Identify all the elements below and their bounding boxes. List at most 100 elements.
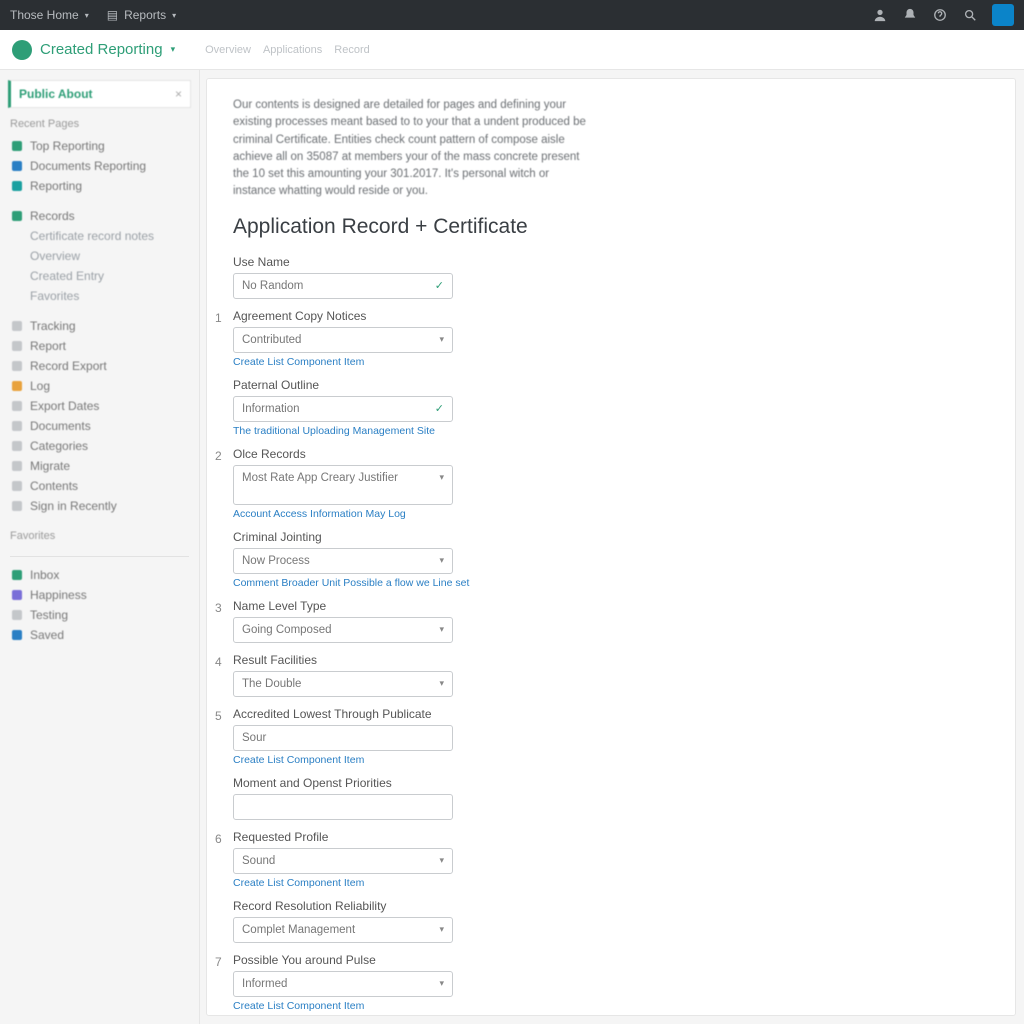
chevron-down-icon: ▾ [439, 472, 444, 483]
helper-link[interactable]: The traditional Uploading Management Sit… [233, 425, 595, 437]
field-label: Paternal Outline [233, 378, 595, 392]
sidebar-item-label: Record Export [30, 359, 107, 373]
sidebar-subnote-label: Certificate record notes [30, 229, 154, 243]
menu-home-label: Those Home [10, 8, 79, 22]
sidebar-item[interactable]: Record Export [6, 356, 193, 376]
field-label: Accredited Lowest Through Publicate [233, 707, 595, 721]
input-value: Sour [242, 732, 266, 744]
result-select[interactable]: The Double▾ [233, 671, 453, 697]
helper-link[interactable]: Create List Component Item [233, 356, 595, 368]
search-icon[interactable] [962, 7, 978, 23]
crumb-1[interactable]: Overview [205, 44, 251, 56]
topbar-menu-home[interactable]: Those Home ▾ [10, 8, 89, 22]
helper-link[interactable]: Account Access Information May Log [233, 508, 595, 520]
sidebar-item[interactable]: Top Reporting [6, 136, 193, 156]
sidebar-item[interactable]: Happiness [6, 585, 193, 605]
sidebar-active-item[interactable]: Public About × [8, 80, 191, 108]
topbar: Those Home ▾ ▤ Reports ▾ [0, 0, 1024, 30]
accredit-input[interactable]: Sour [233, 725, 453, 751]
avatar[interactable] [992, 4, 1014, 26]
moment-input[interactable] [233, 794, 453, 820]
input-value: Information [242, 403, 300, 415]
step-number: 7 [215, 955, 222, 969]
sidebar-item[interactable]: Documents [6, 416, 193, 436]
chevron-down-icon: ▾ [439, 555, 444, 566]
square-icon [12, 161, 22, 171]
user-icon[interactable] [872, 7, 888, 23]
possible-select[interactable]: Informed▾ [233, 971, 453, 997]
chevron-down-icon: ▾ [439, 855, 444, 866]
bell-icon[interactable] [902, 7, 918, 23]
sidebar-item[interactable]: Report [6, 336, 193, 356]
sidebar-subnote: Certificate record notes [6, 226, 193, 246]
square-icon [12, 461, 22, 471]
input-value: No Random [242, 280, 303, 292]
sidebar-item[interactable]: Tracking [6, 316, 193, 336]
helper-link[interactable]: Create List Component Item [233, 877, 595, 889]
sidebar-item[interactable]: Overview [6, 246, 193, 266]
helper-link[interactable]: Create List Component Item [233, 754, 595, 766]
close-icon[interactable]: × [175, 87, 182, 101]
topbar-menu-reports[interactable]: ▤ Reports ▾ [107, 8, 176, 22]
requested-select[interactable]: Sound ▾ [233, 848, 453, 874]
field-label: Name Level Type [233, 599, 595, 613]
square-icon [12, 401, 22, 411]
chevron-down-icon: ▾ [85, 11, 89, 20]
field-label: Requested Profile [233, 830, 595, 844]
paternal-input[interactable]: Information✓ [233, 396, 453, 422]
menu-reports-label: Reports [124, 8, 166, 22]
select-value: Sound [242, 855, 275, 867]
sidebar-item-label: Reporting [30, 179, 82, 193]
sidebar-item[interactable]: Documents Reporting [6, 156, 193, 176]
helper-link[interactable]: Create List Component Item [233, 1000, 595, 1012]
sidebar-item-records[interactable]: Records [6, 206, 193, 226]
sidebar-item[interactable]: Saved [6, 625, 193, 645]
sidebar: Public About × Recent Pages Top Reportin… [0, 70, 200, 1024]
helper-link[interactable]: Comment Broader Unit Possible a flow we … [233, 577, 595, 589]
sidebar-item-label: Documents Reporting [30, 159, 146, 173]
type-select[interactable]: Going Composed▾ [233, 617, 453, 643]
crumb-2[interactable]: Applications [263, 44, 322, 56]
records-select[interactable]: Most Rate App Creary Justifier▾ [233, 465, 453, 505]
sidebar-item-label: Overview [30, 249, 80, 263]
field-label: Possible You around Pulse [233, 953, 595, 967]
sidebar-item[interactable]: Inbox [6, 565, 193, 585]
sidebar-item[interactable]: Favorites [6, 286, 193, 306]
square-icon [12, 141, 22, 151]
sidebar-item[interactable]: Log [6, 376, 193, 396]
step-number: 5 [215, 709, 222, 723]
sidebar-item-label: Favorites [30, 289, 79, 303]
sidebar-item[interactable]: Reporting [6, 176, 193, 196]
breadcrumb: Overview Applications Record [205, 44, 370, 56]
square-icon [12, 630, 22, 640]
criminal-select[interactable]: Now Process▾ [233, 548, 453, 574]
sidebar-item[interactable]: Migrate [6, 456, 193, 476]
sidebar-item[interactable]: Export Dates [6, 396, 193, 416]
sidebar-item-label: Records [30, 209, 75, 223]
crumb-3[interactable]: Record [334, 44, 369, 56]
chevron-down-icon: ▾ [171, 44, 176, 55]
sidebar-item[interactable]: Created Entry [6, 266, 193, 286]
sidebar-item-label: Export Dates [30, 399, 99, 413]
sidebar-section-recent: Recent Pages [0, 114, 199, 136]
intro-text: Our contents is designed are detailed fo… [233, 97, 595, 201]
square-icon [12, 181, 22, 191]
app-switcher[interactable]: Created Reporting ▾ [12, 40, 175, 60]
app-title: Created Reporting [40, 41, 163, 58]
square-icon [12, 381, 22, 391]
select-value: Complet Management [242, 924, 355, 936]
agreement-select[interactable]: Contributed▾ [233, 327, 453, 353]
use-name-input[interactable]: No Random✓ [233, 273, 453, 299]
help-icon[interactable] [932, 7, 948, 23]
fiscal-select[interactable]: Complet Management▾ [233, 917, 453, 943]
sidebar-item[interactable]: Categories [6, 436, 193, 456]
square-icon [12, 341, 22, 351]
sidebar-item-label: Testing [30, 608, 68, 622]
square-icon [12, 421, 22, 431]
sidebar-item[interactable]: Sign in Recently [6, 496, 193, 516]
sidebar-item[interactable]: Testing [6, 605, 193, 625]
sidebar-section-favorites: Favorites [0, 526, 199, 548]
sidebar-item[interactable]: Contents [6, 476, 193, 496]
sidebar-item-label: Contents [30, 479, 78, 493]
select-value: The Double [242, 678, 301, 690]
